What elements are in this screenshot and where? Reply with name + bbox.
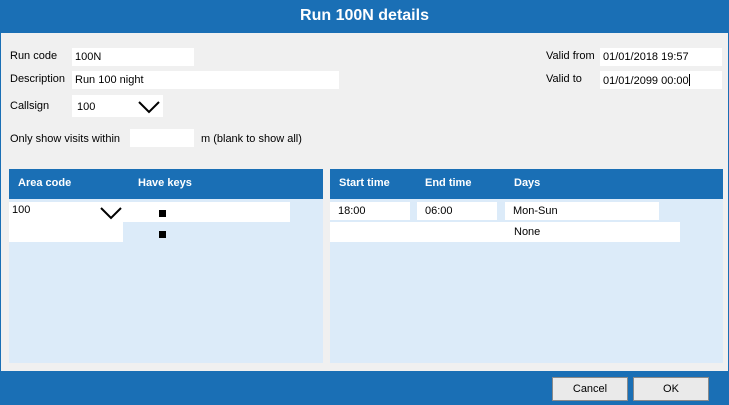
callsign-select[interactable]: 100 [72, 95, 163, 117]
visits-label: Only show visits within [10, 133, 121, 145]
area-code-header: Area code [18, 177, 72, 189]
time-table-header: Start time End time Days [330, 169, 723, 199]
area-code-value: 100 [12, 204, 31, 216]
cancel-button[interactable]: Cancel [552, 377, 628, 401]
days-cell: None [514, 226, 541, 238]
checkbox-checked-icon[interactable] [159, 210, 166, 217]
valid-to-field[interactable]: 01/01/2099 00:00 [600, 71, 722, 89]
description-label: Description [10, 73, 66, 85]
valid-from-field[interactable]: 01/01/2018 19:57 [600, 48, 722, 66]
ok-button[interactable]: OK [633, 377, 709, 401]
start-time-cell[interactable]: 18:00 [330, 202, 410, 220]
table-row [123, 202, 290, 222]
chevron-down-icon[interactable] [100, 206, 122, 220]
dialog-footer: Cancel OK [0, 371, 729, 405]
end-time-header: End time [425, 177, 472, 189]
callsign-value: 100 [77, 101, 96, 113]
area-code-panel: Area code Have keys 100 [9, 169, 323, 363]
start-time-header: Start time [339, 177, 390, 189]
valid-to-label: Valid to [546, 73, 582, 85]
end-time-cell[interactable]: 06:00 [417, 202, 497, 220]
table-row[interactable]: None [330, 222, 680, 242]
area-code-select[interactable]: 100 [9, 202, 123, 242]
checkbox-checked-icon[interactable] [159, 231, 166, 238]
have-keys-header: Have keys [138, 177, 192, 189]
chevron-down-icon[interactable] [138, 100, 160, 114]
run-code-field[interactable]: 100N [72, 48, 194, 66]
valid-from-label: Valid from [546, 50, 595, 62]
callsign-label: Callsign [10, 100, 50, 112]
run-code-label: Run code [10, 50, 58, 62]
area-code-table-header: Area code Have keys [9, 169, 323, 199]
visits-suffix-label: m (blank to show all) [201, 133, 302, 145]
dialog-title: Run 100N details [300, 7, 429, 24]
visits-distance-field[interactable] [130, 129, 194, 147]
valid-to-value: 01/01/2099 00:00 [603, 75, 689, 87]
description-field[interactable]: Run 100 night [72, 71, 339, 89]
time-windows-panel: Start time End time Days 18:00 06:00 Mon… [330, 169, 723, 363]
dialog-body: Run code 100N Description Run 100 night … [0, 33, 729, 371]
text-cursor [688, 74, 690, 86]
days-header: Days [514, 177, 541, 189]
dialog-title-bar: Run 100N details [0, 0, 729, 33]
days-cell[interactable]: Mon-Sun [505, 202, 659, 220]
